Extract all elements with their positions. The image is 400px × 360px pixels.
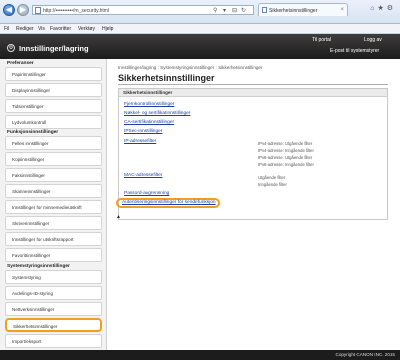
page-icon xyxy=(35,7,41,14)
remote-control-link[interactable]: Fjernkontrollinnstillinger xyxy=(124,102,174,107)
sidebar-item-label: Innstillinger for utskriftsrapport xyxy=(12,237,74,242)
page-title: Sikkerhetsinnstillinger xyxy=(118,73,215,83)
sidebar-item-memory-media[interactable]: Innstillinger for minnemedieutskrift xyxy=(5,200,102,214)
ip-filter-info: IPv6-adresse: Utgående filter xyxy=(258,155,313,160)
panel-header: Sikkerhetsinnstillinger xyxy=(119,89,387,97)
menu-tools[interactable]: Verktøy xyxy=(78,26,95,32)
app-title: Innstillinger/lagring xyxy=(19,44,89,53)
mac-filter-info: Inngående filter xyxy=(258,182,287,187)
address-bar[interactable]: http://••••••••••/m_security.html ⚲ ▾ ⊟ … xyxy=(32,5,254,15)
sidebar-item-label: Faksinnstillinger xyxy=(12,173,45,178)
sidebar-item-department-id[interactable]: Avdelings-ID-styring xyxy=(5,286,102,300)
ipsec-link[interactable]: IPSec-innstillinger xyxy=(124,129,162,134)
auth-send-link[interactable]: Autentiseringsinnstillinger for sendefun… xyxy=(122,200,216,205)
sidebar-item-copy[interactable]: Kopiinnstillinger xyxy=(5,152,102,166)
sidebar-item-volume[interactable]: Lydvolumkontroll xyxy=(5,115,102,129)
portal-link[interactable]: Til portal xyxy=(312,37,331,43)
ip-filter-link[interactable]: IP-adressefilter xyxy=(124,139,156,144)
sidebar-item-favorites[interactable]: Favorittinnstillinger xyxy=(5,248,102,262)
sidebar-item-label: Displayinnstillinger xyxy=(12,88,51,93)
sidebar-item-label: Avdelings-ID-styring xyxy=(12,291,54,296)
sidebar-item-label: Tidsinnstillinger xyxy=(12,104,44,109)
mac-filter-info: Utgående filter xyxy=(258,175,286,180)
sidebar-item-label: Skriverinnstillinger xyxy=(12,221,50,226)
sidebar-item-system-management[interactable]: Systemstyring xyxy=(5,270,102,284)
key-cert-link[interactable]: Nøkkel- og sertifikatinnstillinger xyxy=(124,111,190,116)
sidebar-item-scan[interactable]: Skanneinnstillinger xyxy=(5,184,102,198)
sidebar-item-label: Papirinnstillinger xyxy=(12,72,46,77)
sidebar-section-system: Systemstyringsinnstillinger xyxy=(7,264,70,269)
sidebar-item-label: Lydvolumkontroll xyxy=(12,120,47,125)
sidebar-item-fax[interactable]: Faksinnstillinger xyxy=(5,168,102,182)
mac-filter-link[interactable]: MAC-adressefilter xyxy=(124,173,162,178)
menu-bar: Fil Rediger Vis Favoritter Verktøy Hjelp xyxy=(0,24,400,34)
sidebar-item-label: Systemstyring xyxy=(12,275,41,280)
password-policy-link[interactable]: Passord-avgrensning xyxy=(124,191,169,196)
dropdown-icon[interactable]: ▾ xyxy=(223,7,226,14)
title-divider xyxy=(118,84,388,85)
panel-title: Sikkerhetsinnstillinger xyxy=(123,90,173,95)
sidebar-item-label: Felles innstillinger xyxy=(12,141,49,146)
browser-tab[interactable]: Sikkerhetsinnstillinger × xyxy=(258,3,348,16)
sidebar-item-network[interactable]: Nettverksinnstillinger xyxy=(5,302,102,316)
sidebar-item-paper[interactable]: Papirinnstillinger xyxy=(5,67,102,81)
main-content: Innstillinger/lagring : Systemstyringsin… xyxy=(108,59,400,350)
breadcrumb: Innstillinger/lagring : Systemstyringsin… xyxy=(118,65,263,70)
back-to-top-icon[interactable]: ▲ xyxy=(116,214,121,220)
sidebar: Preferanser Papirinnstillinger Displayin… xyxy=(0,59,107,360)
sidebar-item-common[interactable]: Felles innstillinger xyxy=(5,136,102,150)
ip-filter-info: IPv4-adresse: Utgående filter xyxy=(258,141,313,146)
forward-icon[interactable]: ▶ xyxy=(17,4,29,16)
close-tab-icon[interactable]: × xyxy=(340,7,344,13)
menu-file[interactable]: Fil xyxy=(4,26,9,32)
ca-cert-link[interactable]: CA-sertifikatinnstillinger xyxy=(124,120,174,125)
ip-filter-info: IPv6-adresse: Inngående filter xyxy=(258,162,314,167)
tab-page-icon xyxy=(262,7,267,13)
sidebar-item-label: Sikkerhetsinnstillinger xyxy=(13,324,58,329)
browser-toolbar: ◀ ▶ http://••••••••••/m_security.html ⚲ … xyxy=(0,0,400,24)
sidebar-section-preferences: Preferanser xyxy=(7,61,34,66)
sidebar-item-label: Favorittinnstillinger xyxy=(12,253,51,258)
menu-edit[interactable]: Rediger xyxy=(16,26,34,32)
search-icon[interactable]: ⚲ xyxy=(213,7,217,14)
sidebar-item-printer[interactable]: Skriverinnstillinger xyxy=(5,216,102,230)
menu-help[interactable]: Hjelp xyxy=(102,26,113,32)
back-icon[interactable]: ◀ xyxy=(3,4,15,16)
sidebar-section-functions: Funksjonsinnstillinger xyxy=(7,130,59,135)
sidebar-item-label: Kopiinnstillinger xyxy=(12,157,45,162)
sidebar-item-import-export[interactable]: Import/eksport xyxy=(5,334,102,348)
sidebar-item-label: Import/eksport xyxy=(12,339,42,344)
url-text: http://••••••••••/m_security.html xyxy=(43,8,110,14)
sidebar-item-label: Nettverksinnstillinger xyxy=(12,307,55,312)
sidebar-item-security[interactable]: Sikkerhetsinnstillinger xyxy=(5,318,102,332)
compat-icon[interactable]: ⊟ xyxy=(232,7,237,14)
copyright: Copyright CANON INC. 2015 xyxy=(335,352,396,357)
menu-view[interactable]: Vis xyxy=(38,26,45,32)
refresh-icon[interactable]: ↻ xyxy=(241,7,246,14)
ip-filter-info: IPv4-adresse: Inngående filter xyxy=(258,148,314,153)
settings-logo-icon: ⚙ xyxy=(7,44,15,52)
app-header: ⚙ Innstillinger/lagring Til portal Logg … xyxy=(0,34,400,59)
email-admin-link[interactable]: E-post til systemstyrer xyxy=(330,48,379,54)
menu-favorites[interactable]: Favoritter xyxy=(50,26,71,32)
footer: Copyright CANON INC. 2015 xyxy=(0,350,400,360)
sidebar-item-label: Innstillinger for minnemedieutskrift xyxy=(12,205,82,210)
sidebar-item-report[interactable]: Innstillinger for utskriftsrapport xyxy=(5,232,102,246)
sidebar-item-display[interactable]: Displayinnstillinger xyxy=(5,83,102,97)
tab-title: Sikkerhetsinnstillinger xyxy=(269,8,318,14)
window-controls[interactable]: ⌂★⚙ xyxy=(370,4,396,12)
sidebar-item-label: Skanneinnstillinger xyxy=(12,189,51,194)
sidebar-item-time[interactable]: Tidsinnstillinger xyxy=(5,99,102,113)
logout-link[interactable]: Logg av xyxy=(364,37,382,43)
